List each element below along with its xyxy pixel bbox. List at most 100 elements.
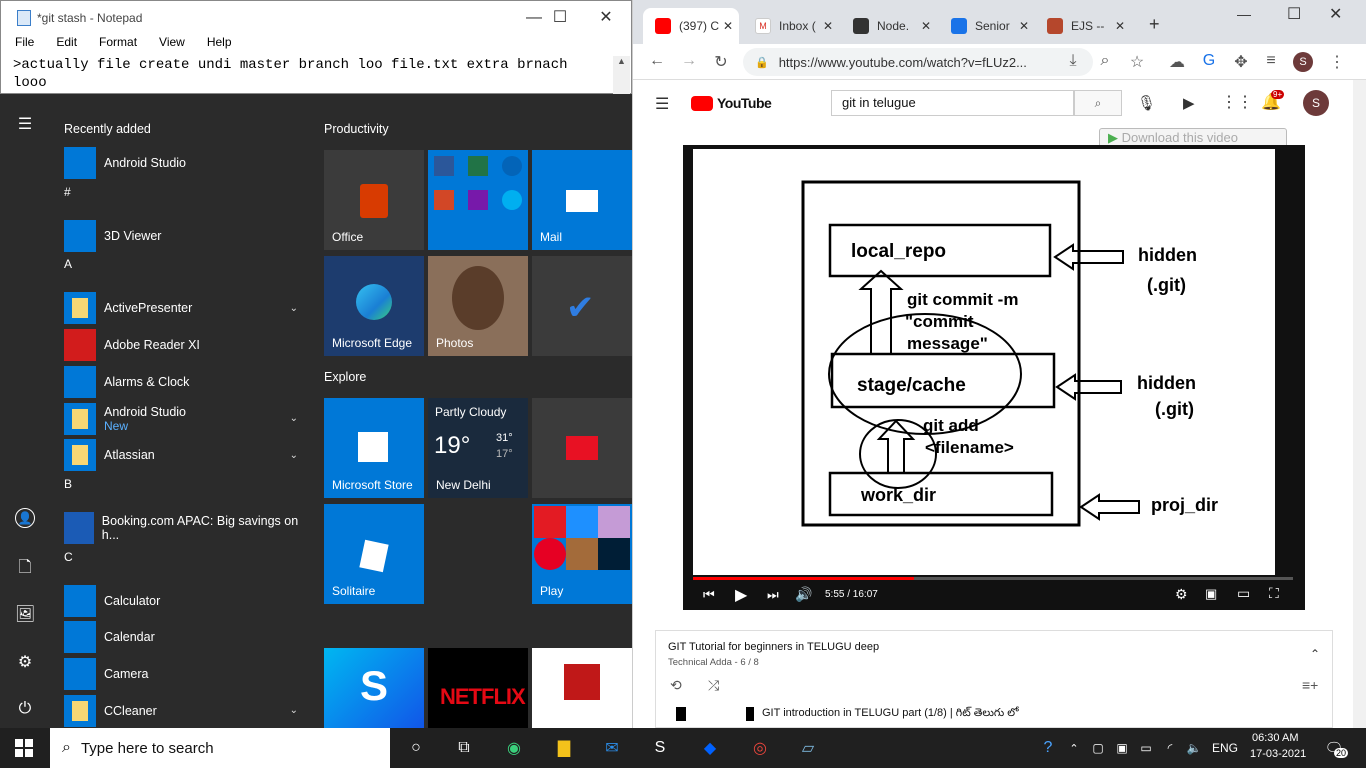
menu-file[interactable]: File — [9, 35, 34, 55]
speaker-icon[interactable]: 🔈 — [1182, 736, 1206, 760]
youtube-logo-icon[interactable] — [691, 96, 713, 111]
minimize-button[interactable]: — — [1237, 6, 1251, 22]
power-icon[interactable]: ⏻ — [15, 700, 35, 720]
tile-news[interactable] — [532, 398, 632, 498]
miniplayer-icon[interactable]: ▣ — [1205, 586, 1217, 602]
zoom-icon[interactable]: ⌕ — [1095, 52, 1115, 70]
prev-icon[interactable]: ⏮ — [703, 587, 715, 603]
menu-format[interactable]: Format — [93, 35, 137, 55]
browser-tab[interactable]: Node. ✕ — [841, 8, 937, 44]
pictures-icon[interactable]: 🖼 — [15, 604, 35, 624]
mail-taskbar-icon[interactable]: ✉ — [600, 736, 624, 760]
tab-close-icon[interactable]: ✕ — [723, 19, 733, 33]
microphone-icon[interactable]: 🎙 — [1137, 94, 1156, 112]
forward-icon[interactable]: → — [679, 52, 699, 70]
playlist-title[interactable]: GIT Tutorial for beginners in TELUGU dee… — [668, 641, 879, 653]
show-hidden-icons[interactable]: ⌃ — [1062, 736, 1086, 760]
notepad-scrollbar[interactable]: ▲ — [613, 56, 630, 94]
tile-solitaire[interactable]: Solitaire — [324, 504, 424, 604]
next-icon[interactable]: ⏭ — [767, 587, 779, 603]
collapse-icon[interactable]: ⌃ — [1310, 647, 1320, 661]
menu-edit[interactable]: Edit — [50, 35, 77, 55]
media-icon[interactable]: ≡ — [1261, 52, 1281, 70]
tile-weather[interactable]: Partly Cloudy 19° 31° 17° New Delhi — [428, 398, 528, 498]
tile-photos[interactable]: Photos — [428, 256, 528, 356]
tab-close-icon[interactable]: ✕ — [921, 19, 931, 33]
add-to-queue-icon[interactable]: ≡+ — [1302, 677, 1318, 693]
search-button[interactable]: ⌕ — [1074, 90, 1122, 116]
notepad-taskbar-icon[interactable]: ▱ — [796, 736, 820, 760]
edge-taskbar-icon[interactable]: ◉ — [502, 736, 526, 760]
browser-tab[interactable]: Senior ✕ — [939, 8, 1035, 44]
app-list-item[interactable]: Alarms & Clock — [64, 365, 304, 399]
youtube-logo[interactable]: YouTube — [717, 95, 772, 111]
cloud-icon[interactable]: ☁ — [1167, 52, 1187, 72]
tab-close-icon[interactable]: ✕ — [823, 19, 833, 33]
tray-icon-1[interactable]: ▢ — [1086, 736, 1110, 760]
app-list-item[interactable]: Adobe Reader XI — [64, 328, 304, 362]
browser-tab[interactable]: EJS -- ✕ — [1035, 8, 1131, 44]
tile-mcafee[interactable] — [532, 648, 632, 728]
windows-start-icon[interactable] — [12, 736, 36, 760]
playlist-thumbnail[interactable] — [676, 707, 754, 721]
tile-office-apps[interactable] — [428, 150, 528, 250]
maximize-button[interactable]: ☐ — [537, 7, 583, 27]
close-button[interactable]: ✕ — [583, 7, 629, 27]
app-list-item[interactable]: Calendar — [64, 620, 304, 654]
dropbox-icon[interactable]: ◆ — [698, 736, 722, 760]
chrome-taskbar-icon[interactable]: ◎ — [748, 736, 772, 760]
app-list-item[interactable]: Android Studio — [64, 146, 304, 180]
translate-icon[interactable]: G — [1199, 52, 1219, 70]
app-list-item[interactable]: Camera — [64, 657, 304, 691]
youtube-search-input[interactable]: git in telugue — [831, 90, 1074, 116]
user-icon[interactable]: 👤 — [15, 508, 35, 528]
tab-close-icon[interactable]: ✕ — [1115, 19, 1125, 33]
menu-view[interactable]: View — [153, 35, 185, 55]
cortana-icon[interactable]: ○ — [404, 736, 428, 760]
volume-icon[interactable]: 🔊 — [795, 586, 812, 603]
youtube-avatar[interactable]: S — [1303, 90, 1329, 116]
tray-icon-2[interactable]: ▣ — [1110, 736, 1134, 760]
tile-play[interactable]: Play — [532, 504, 632, 604]
maximize-button[interactable]: ☐ — [1287, 4, 1301, 24]
section-header[interactable]: A — [64, 257, 72, 271]
browser-tab[interactable]: (397) C ✕ — [643, 8, 739, 44]
apps-icon[interactable]: ⋮⋮ — [1221, 92, 1253, 112]
settings-icon[interactable]: ⚙ — [15, 652, 35, 672]
section-header[interactable]: B — [64, 477, 72, 491]
back-icon[interactable]: ← — [647, 52, 667, 70]
address-bar[interactable]: 🔒 https://www.youtube.com/watch?v=fLUz2.… — [743, 48, 1093, 76]
swiftkey-taskbar-icon[interactable]: S — [648, 736, 672, 760]
clock-date[interactable]: 17-03-2021 — [1250, 748, 1306, 760]
video-player[interactable]: local_repo git commit -m "commit message… — [683, 145, 1305, 610]
chevron-down-icon[interactable]: ⌄ — [290, 450, 298, 461]
shuffle-icon[interactable]: ⤮ — [708, 677, 719, 694]
tab-close-icon[interactable]: ✕ — [1019, 19, 1029, 33]
help-icon[interactable]: ? — [1036, 736, 1060, 760]
section-header[interactable]: # — [64, 185, 71, 199]
language-indicator[interactable]: ENG — [1212, 741, 1238, 755]
app-list-item[interactable]: CCleaner ⌄ — [64, 694, 304, 728]
star-icon[interactable]: ☆ — [1127, 52, 1147, 72]
loop-icon[interactable]: ⟲ — [670, 677, 682, 694]
new-tab-button[interactable]: + — [1149, 14, 1160, 35]
app-list-item[interactable]: 3D Viewer — [64, 219, 304, 253]
battery-icon[interactable]: ▭ — [1134, 736, 1158, 760]
hamburger-icon[interactable]: ☰ — [15, 114, 35, 134]
close-button[interactable]: ✕ — [1329, 4, 1342, 24]
menu-help[interactable]: Help — [201, 35, 232, 55]
install-icon[interactable]: ⤓ — [1063, 52, 1083, 70]
wifi-icon[interactable]: ◜ — [1158, 736, 1182, 760]
app-list-item[interactable]: Atlassian ⌄ — [64, 438, 304, 472]
app-list-item[interactable]: ActivePresenter ⌄ — [64, 291, 304, 325]
taskbar-search[interactable]: ⌕ Type here to search — [50, 728, 390, 768]
chevron-down-icon[interactable]: ⌄ — [290, 705, 298, 716]
tile-mail[interactable]: Mail — [532, 150, 632, 250]
fullscreen-icon[interactable]: ⛶ — [1269, 585, 1279, 602]
play-button[interactable]: ▶ — [735, 585, 747, 605]
playlist-item-title[interactable]: GIT introduction in TELUGU part (1/8) | … — [762, 707, 1019, 722]
tile-swiftkey[interactable]: S — [324, 648, 424, 728]
profile-avatar[interactable]: S — [1293, 52, 1313, 72]
app-list-item[interactable]: Android Studio New ⌄ — [64, 402, 304, 436]
clock-time[interactable]: 06:30 AM — [1252, 732, 1298, 744]
